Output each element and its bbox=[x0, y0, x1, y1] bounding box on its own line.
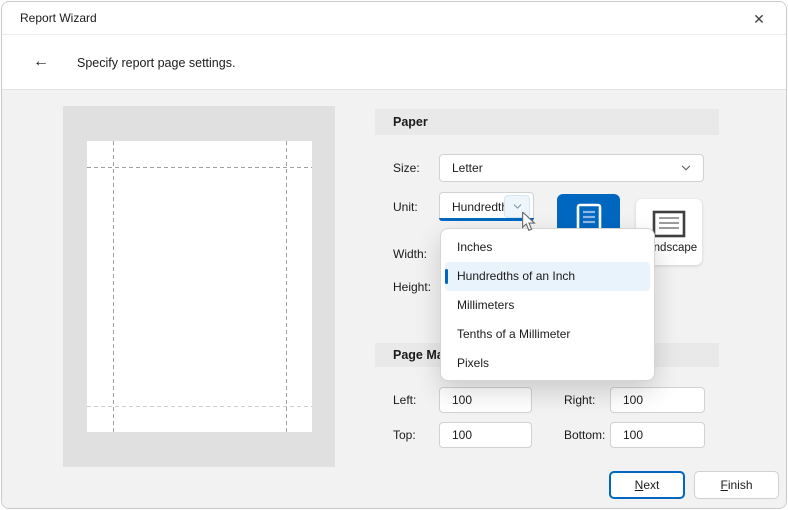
margin-left-input[interactable] bbox=[439, 387, 532, 413]
margin-top-input[interactable] bbox=[439, 422, 532, 448]
size-label: Size: bbox=[393, 154, 420, 182]
unit-option-tenths-of-a-millimeter[interactable]: Tenths of a Millimeter bbox=[445, 320, 650, 349]
size-combobox[interactable]: Letter bbox=[439, 154, 704, 182]
close-button[interactable]: ✕ bbox=[746, 6, 772, 32]
landscape-page-icon bbox=[652, 210, 686, 238]
finish-button-label: Finish bbox=[720, 478, 752, 492]
margin-guide-right bbox=[286, 141, 287, 432]
margin-left-label: Left: bbox=[393, 387, 416, 413]
size-value: Letter bbox=[440, 161, 483, 175]
chevron-down-icon bbox=[679, 161, 693, 175]
next-button-label: Next bbox=[635, 478, 660, 492]
unit-option-inches[interactable]: Inches bbox=[445, 233, 650, 262]
margin-guide-bottom bbox=[87, 406, 312, 407]
content-area: Paper Size: Letter Unit: Hundredth... bbox=[2, 90, 786, 508]
height-label: Height: bbox=[393, 279, 431, 295]
wizard-header: ← Specify report page settings. bbox=[2, 35, 786, 90]
finish-button[interactable]: Finish bbox=[694, 471, 779, 499]
unit-dropdown-popup: Inches Hundredths of an Inch Millimeters… bbox=[440, 228, 655, 381]
margin-top-label: Top: bbox=[393, 422, 416, 448]
unit-option-millimeters[interactable]: Millimeters bbox=[445, 291, 650, 320]
margin-right-label: Right: bbox=[564, 387, 595, 413]
unit-label: Unit: bbox=[393, 192, 418, 222]
margin-right-input[interactable] bbox=[610, 387, 705, 413]
unit-option-pixels[interactable]: Pixels bbox=[445, 349, 650, 378]
paper-section-title: Paper bbox=[393, 115, 428, 129]
mouse-cursor-icon bbox=[521, 212, 536, 237]
window-title: Report Wizard bbox=[20, 2, 97, 34]
margin-guide-left bbox=[113, 141, 114, 432]
focus-underline bbox=[439, 218, 534, 221]
page-title: Specify report page settings. bbox=[77, 35, 235, 90]
back-button[interactable]: ← bbox=[29, 49, 53, 75]
back-arrow-icon: ← bbox=[33, 53, 49, 71]
close-icon: ✕ bbox=[753, 11, 765, 28]
width-label: Width: bbox=[393, 246, 427, 262]
title-bar: Report Wizard ✕ bbox=[2, 2, 786, 35]
margin-bottom-label: Bottom: bbox=[564, 422, 605, 448]
paper-section-header: Paper bbox=[375, 109, 719, 135]
selected-indicator-bar bbox=[445, 269, 448, 284]
margin-guide-top bbox=[87, 167, 312, 168]
next-button[interactable]: Next bbox=[609, 471, 685, 499]
report-wizard-window: Report Wizard ✕ ← Specify report page se… bbox=[1, 1, 787, 509]
margin-bottom-input[interactable] bbox=[610, 422, 705, 448]
unit-combobox[interactable]: Hundredth... bbox=[439, 192, 534, 221]
unit-option-hundredths-of-an-inch[interactable]: Hundredths of an Inch bbox=[445, 262, 650, 291]
page-preview bbox=[87, 141, 312, 432]
